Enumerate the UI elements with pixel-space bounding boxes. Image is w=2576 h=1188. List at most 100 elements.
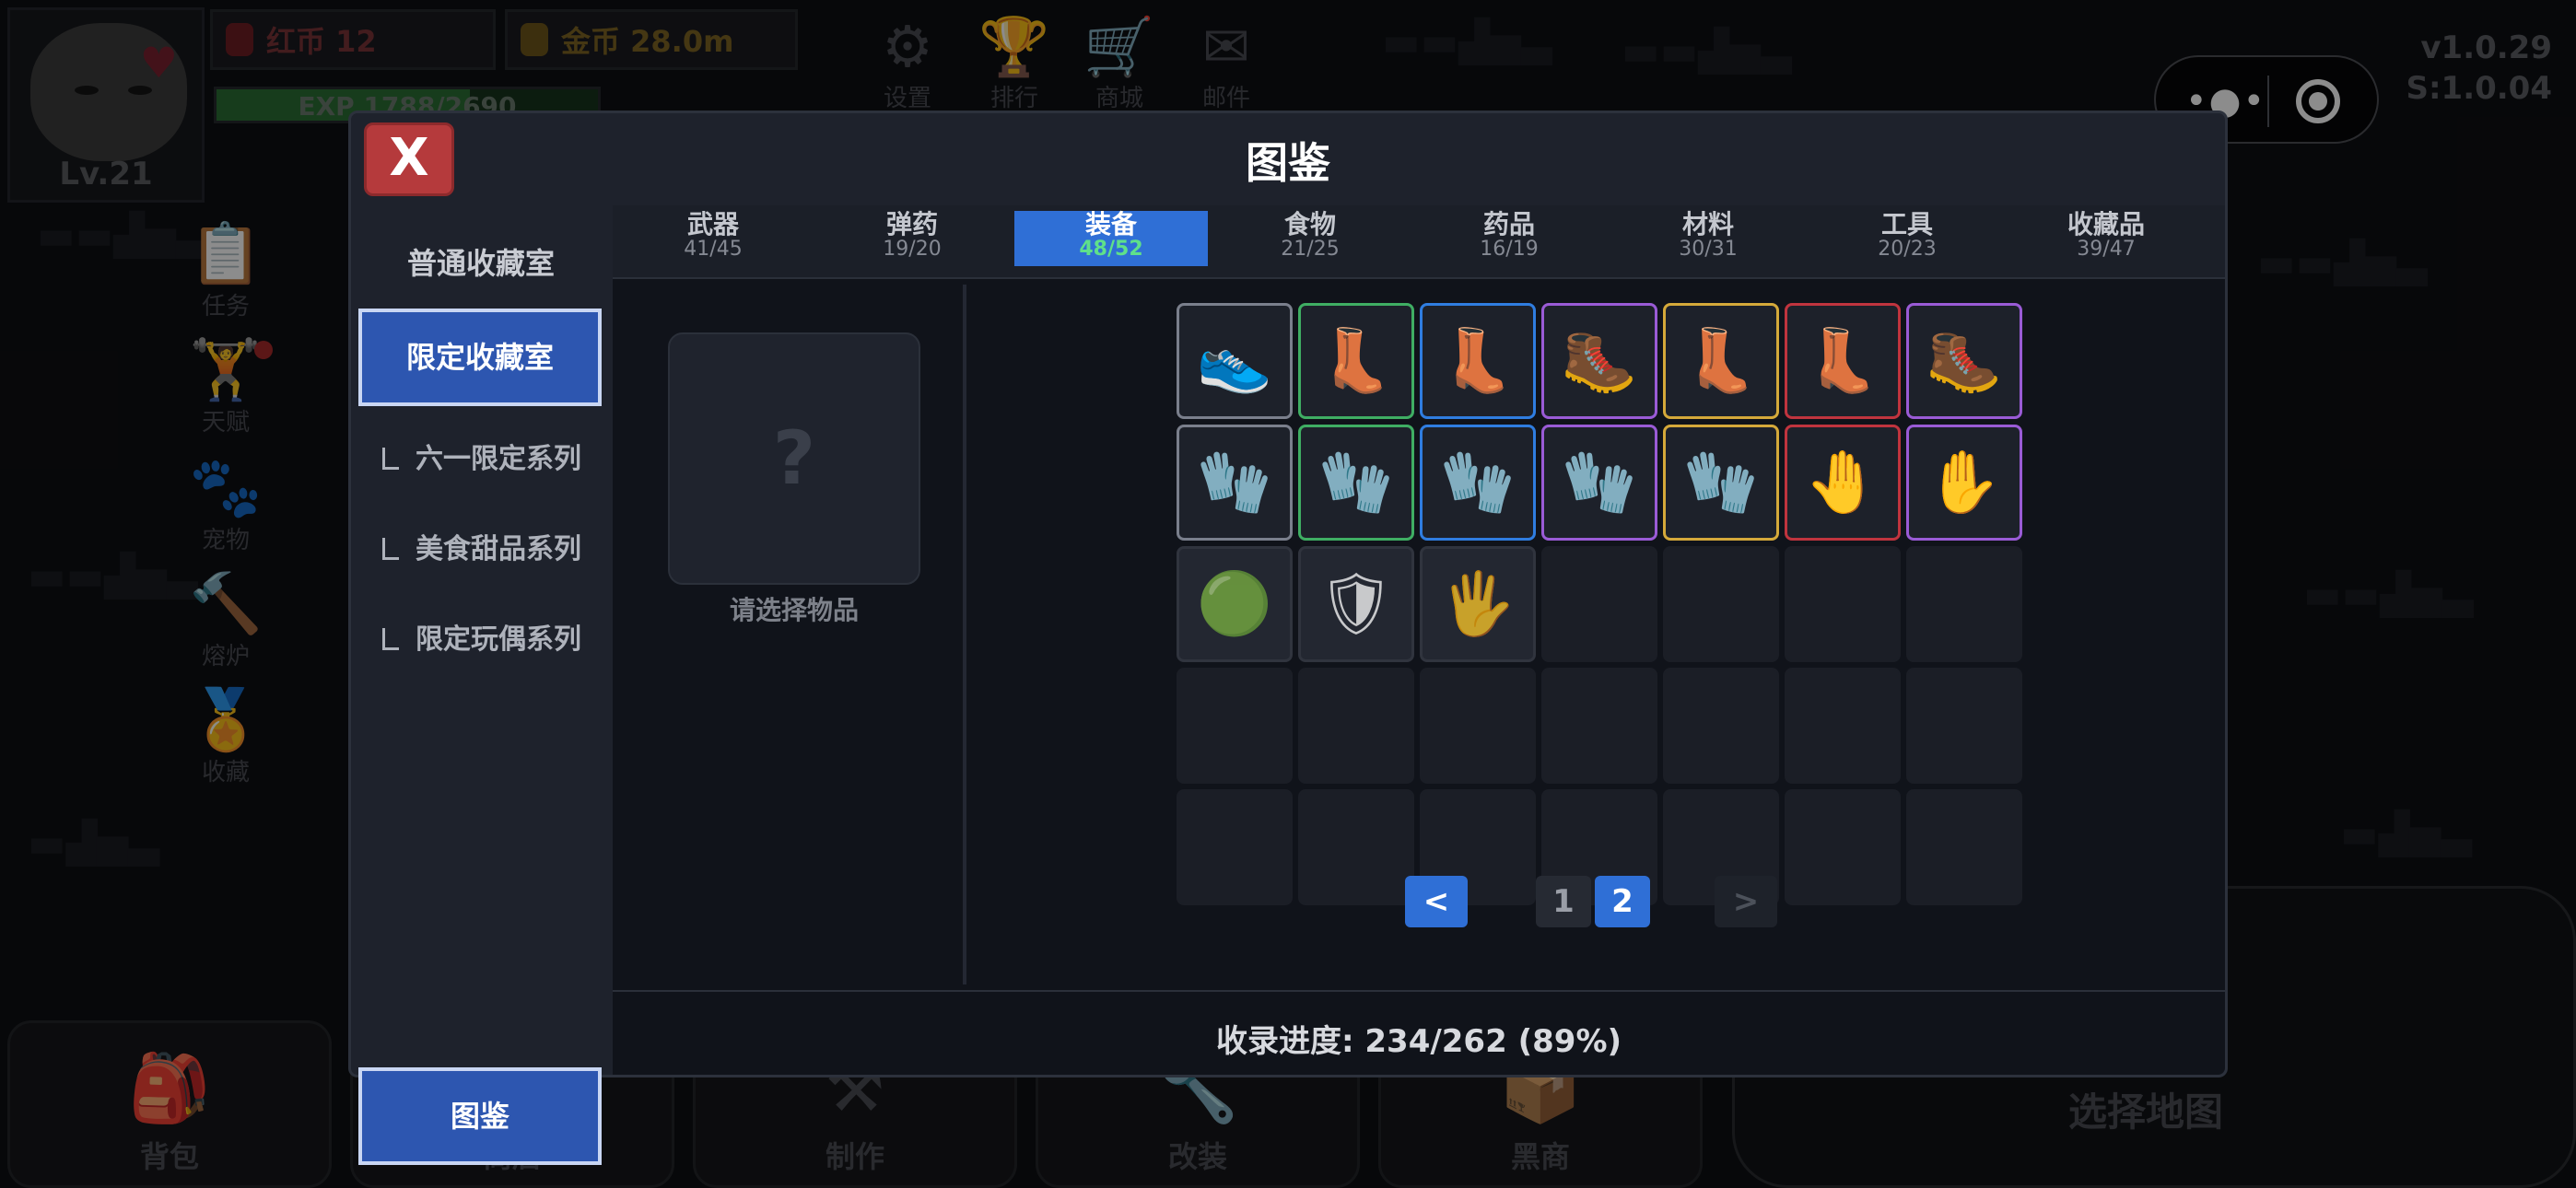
category-tabs: 武器 41/45 弹药 19/20 装备 48/52 食物 21/25 药品 16/19… <box>613 205 2225 279</box>
red-glove-icon: 🖐 <box>1439 568 1516 639</box>
footer-divider <box>613 990 2225 992</box>
tab-count: 30/31 <box>1679 238 1738 261</box>
green-slime-icon: 🟢 <box>1196 568 1273 639</box>
item-slot[interactable]: 🧤 <box>1541 425 1657 541</box>
item-slot[interactable]: 🧤 <box>1663 425 1779 541</box>
tab-name: 材料 <box>1681 209 1734 239</box>
item-grid: 👟 👢 👢 🥾 👢 👢 🥾 🧤 🧤 🧤 🧤 🧤 🤚 ✋ 🟢 🛡 🖐 <box>1177 303 2024 911</box>
item-detail-hint: 请选择物品 <box>729 595 859 625</box>
tab-name: 收藏品 <box>2067 209 2145 239</box>
grey-tactical-glove-icon: 🧤 <box>1682 447 1760 518</box>
item-slot[interactable]: 🧤 <box>1177 425 1293 541</box>
sidebar-item-dessert-series[interactable]: 美食甜品系列 <box>382 526 581 566</box>
tab-count: 20/23 <box>1878 238 1937 261</box>
item-slot[interactable]: 👢 <box>1298 303 1414 419</box>
item-slot[interactable]: 👢 <box>1663 303 1779 419</box>
empty-slot <box>1785 789 1901 905</box>
collection-modal: X 图鉴 普通收藏室 限定收藏室 六一限定系列 美食甜品系列 限定玩偶系列 图鉴… <box>348 111 2228 1165</box>
empty-slot <box>1298 668 1414 784</box>
series-label: 限定玩偶系列 <box>416 623 581 656</box>
series-label: 六一限定系列 <box>416 443 581 475</box>
empty-slot <box>1906 789 2022 905</box>
corner-icon <box>382 628 399 650</box>
tab-count: 16/19 <box>1480 238 1539 261</box>
item-slot[interactable]: ✋ <box>1906 425 2022 541</box>
collection-content: 武器 41/45 弹药 19/20 装备 48/52 食物 21/25 药品 16/19… <box>613 205 2225 1075</box>
tab-name: 装备 <box>1084 209 1137 239</box>
empty-slot <box>1298 789 1414 905</box>
item-slot[interactable]: 🧤 <box>1420 425 1536 541</box>
tab-name: 工具 <box>1880 209 1933 239</box>
item-slot[interactable]: 👢 <box>1420 303 1536 419</box>
armor-vest-icon: 🛡 <box>1317 568 1395 639</box>
item-slot[interactable]: 🛡 <box>1298 546 1414 662</box>
page-2-button[interactable]: 2 <box>1595 876 1650 927</box>
empty-slot <box>1785 546 1901 662</box>
empty-slot <box>1906 668 2022 784</box>
sidebar-item-normal-room[interactable]: 普通收藏室 <box>351 240 611 283</box>
dark-combat-boots-icon: 👢 <box>1804 325 1881 396</box>
tab-count: 41/45 <box>684 238 743 261</box>
tan-glove-icon: ✋ <box>1926 447 2003 518</box>
item-slot[interactable]: 🧤 <box>1298 425 1414 541</box>
white-sneakers-icon: 👟 <box>1196 325 1273 396</box>
empty-slot <box>1177 789 1293 905</box>
black-boots-icon: 👢 <box>1317 325 1395 396</box>
sidebar-item-limited-room[interactable]: 限定收藏室 <box>358 309 602 406</box>
item-slot[interactable]: 👢 <box>1785 303 1901 419</box>
tab-6[interactable]: 材料 30/31 <box>1611 211 1805 266</box>
tab-name: 武器 <box>686 209 739 239</box>
item-slot[interactable]: 🖐 <box>1420 546 1536 662</box>
empty-slot <box>1420 668 1536 784</box>
tab-name: 食物 <box>1283 209 1336 239</box>
modal-title: 图鉴 <box>1246 138 1330 188</box>
sidebar-item-doll-series[interactable]: 限定玩偶系列 <box>382 616 581 657</box>
tan-combat-boots-icon: 🥾 <box>1561 325 1638 396</box>
item-slot[interactable]: 👟 <box>1177 303 1293 419</box>
collection-sidebar: 普通收藏室 限定收藏室 六一限定系列 美食甜品系列 限定玩偶系列 图鉴 <box>351 205 611 1165</box>
series-label: 美食甜品系列 <box>416 533 581 565</box>
empty-slot <box>1663 546 1779 662</box>
item-slot[interactable]: 🟢 <box>1177 546 1293 662</box>
corner-icon <box>382 448 399 470</box>
item-slot[interactable]: 🤚 <box>1785 425 1901 541</box>
empty-slot <box>1541 546 1657 662</box>
empty-slot <box>1906 546 2022 662</box>
tab-count: 19/20 <box>883 238 942 261</box>
tab-5[interactable]: 药品 16/19 <box>1412 211 1606 266</box>
tactical-glove-icon: 🧤 <box>1561 447 1638 518</box>
black-tactical-boots-icon: 👢 <box>1439 325 1516 396</box>
item-slot[interactable]: 🥾 <box>1906 303 2022 419</box>
metal-glove-icon: 🤚 <box>1804 447 1881 518</box>
tab-1[interactable]: 武器 41/45 <box>616 211 810 266</box>
encyclopedia-button[interactable]: 图鉴 <box>358 1067 602 1165</box>
tab-count: 39/47 <box>2077 238 2136 261</box>
black-gloves-icon: 🧤 <box>1439 447 1516 518</box>
tab-8[interactable]: 收藏品 39/47 <box>2009 211 2203 266</box>
collection-progress: 收录进度: 234/262 (89%) <box>1215 1023 1622 1060</box>
item-slot[interactable]: 🥾 <box>1541 303 1657 419</box>
blue-gloves-icon: 🧤 <box>1317 447 1395 518</box>
tab-7[interactable]: 工具 20/23 <box>1810 211 2004 266</box>
sidebar-item-children-day-series[interactable]: 六一限定系列 <box>382 436 581 476</box>
empty-slot <box>1177 668 1293 784</box>
corner-icon <box>382 538 399 560</box>
empty-slot <box>1785 668 1901 784</box>
empty-slot <box>1663 668 1779 784</box>
next-page-button[interactable]: > <box>1715 876 1777 927</box>
prev-page-button[interactable]: < <box>1405 876 1468 927</box>
olive-boots-icon: 🥾 <box>1926 325 2003 396</box>
item-detail-placeholder: ? <box>668 332 920 585</box>
tab-count: 21/25 <box>1281 238 1340 261</box>
page-1-button[interactable]: 1 <box>1536 876 1591 927</box>
empty-slot <box>1541 668 1657 784</box>
tab-4[interactable]: 食物 21/25 <box>1213 211 1407 266</box>
tab-2[interactable]: 弹药 19/20 <box>815 211 1009 266</box>
tab-count: 48/52 <box>1079 238 1143 261</box>
yellow-gloves-icon: 🧤 <box>1196 447 1273 518</box>
tab-name: 弹药 <box>885 209 938 239</box>
tab-name: 药品 <box>1482 209 1535 239</box>
panel-divider <box>963 285 966 984</box>
red-black-boots-icon: 👢 <box>1682 325 1760 396</box>
tab-3[interactable]: 装备 48/52 <box>1014 211 1208 266</box>
